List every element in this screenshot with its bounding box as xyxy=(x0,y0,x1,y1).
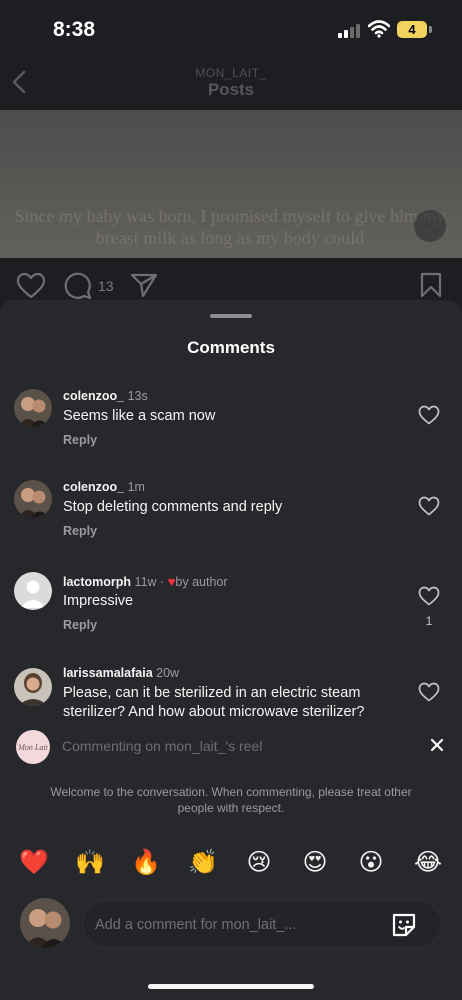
home-indicator[interactable] xyxy=(148,984,314,989)
avatar[interactable] xyxy=(14,389,52,427)
comment-composer xyxy=(82,900,442,948)
heart-icon[interactable] xyxy=(418,496,440,516)
brand-avatar: Mon Lait xyxy=(16,730,50,764)
header-username: MON_LAIT_ xyxy=(195,66,267,80)
comment-text: Seems like a scam now xyxy=(63,408,216,424)
avatar[interactable] xyxy=(14,480,52,518)
like-post-button[interactable] xyxy=(16,272,46,299)
wifi-icon xyxy=(368,20,390,38)
comment-username-text: colenzoo_ xyxy=(63,389,125,403)
share-icon xyxy=(130,273,158,298)
save-post-button[interactable] xyxy=(420,272,442,298)
header: MON_LAIT_ Posts xyxy=(0,60,462,110)
default-avatar-icon xyxy=(14,572,52,610)
sticker-icon[interactable] xyxy=(390,911,418,939)
avatar[interactable] xyxy=(14,668,52,706)
page-title: Posts xyxy=(207,80,255,99)
emoji-fire[interactable]: 🔥 xyxy=(131,848,161,878)
comment-username[interactable]: larissamalafaia 20w xyxy=(63,666,179,680)
comment-time: 20w xyxy=(156,666,180,680)
comment-time: 1m xyxy=(127,480,145,494)
video-caption: Since my baby was born, I promised mysel… xyxy=(14,206,446,248)
emoji-raised-hands[interactable]: 🙌 xyxy=(75,848,105,878)
bookmark-icon xyxy=(420,272,442,298)
comment-text: Please, can it be sterilized in an elect… xyxy=(63,685,365,720)
comment-username-text: colenzoo_ xyxy=(63,480,125,494)
comment-time: 11w xyxy=(134,575,157,589)
reply-button[interactable]: Reply xyxy=(63,524,97,538)
comment-username-text: lactomorph xyxy=(63,575,132,589)
commenting-on-label: Commenting on mon_lait_'s reel xyxy=(62,738,263,754)
my-avatar xyxy=(20,898,70,948)
reply-button[interactable]: Reply xyxy=(63,618,97,632)
liked-by-author-label: by author xyxy=(175,575,228,589)
avatar-photo xyxy=(20,898,70,948)
separator-dot: · xyxy=(160,575,165,589)
emoji-heart-eyes[interactable]: 😍 xyxy=(300,848,330,878)
emoji-heart[interactable]: ❤️ xyxy=(19,848,49,878)
sheet-title: Comments xyxy=(187,338,275,357)
comment-text: Stop deleting comments and reply xyxy=(63,499,283,515)
battery-tip xyxy=(429,26,432,33)
mute-icon xyxy=(422,218,438,234)
emoji-crying[interactable]: 😢 xyxy=(244,848,274,878)
comment-post-button[interactable] xyxy=(64,272,92,300)
battery-indicator: 4 xyxy=(397,21,427,38)
avatar-photo xyxy=(14,668,52,706)
heart-icon xyxy=(16,272,46,299)
post-action-bar: 13 xyxy=(0,258,462,306)
status-time: 8:38 xyxy=(53,18,96,41)
heart-icon[interactable] xyxy=(418,405,440,425)
avatar-photo xyxy=(14,480,52,518)
mute-button[interactable] xyxy=(414,210,446,242)
comment-username-text: larissamalafaia xyxy=(63,666,153,680)
comment-icon xyxy=(64,272,92,300)
comment-username[interactable]: colenzoo_ 1m xyxy=(63,480,145,494)
heart-icon[interactable] xyxy=(418,586,440,606)
commenting-on-banner: Mon Lait Commenting on mon_lait_'s reel xyxy=(0,728,462,766)
share-post-button[interactable] xyxy=(130,272,158,298)
comments-sheet: Comments colenzoo_ 13s Seems like a scam… xyxy=(0,300,462,1000)
emoji-laughing[interactable]: 😂 xyxy=(413,848,443,878)
comment-username[interactable]: lactomorph 11w · ♥by author xyxy=(63,574,228,589)
status-bar: 8:38 4 xyxy=(0,0,462,60)
quick-emoji-bar: ❤️ 🙌 🔥 👏 😢 😍 😮 😂 xyxy=(0,848,462,880)
comment-time: 13s xyxy=(127,389,148,403)
default-avatar[interactable] xyxy=(14,572,52,610)
emoji-clapping[interactable]: 👏 xyxy=(188,848,218,878)
close-icon[interactable] xyxy=(428,736,446,754)
comment-input[interactable] xyxy=(95,913,375,937)
reel-video[interactable]: Since my baby was born, I promised mysel… xyxy=(0,110,462,258)
comment-count: 13 xyxy=(98,278,114,294)
avatar-photo xyxy=(14,389,52,427)
welcome-notice: Welcome to the conversation. When commen… xyxy=(50,785,412,815)
reply-button[interactable]: Reply xyxy=(63,433,97,447)
cellular-signal-icon xyxy=(338,22,362,38)
like-count: 1 xyxy=(425,614,433,628)
heart-icon[interactable] xyxy=(418,682,440,702)
comment-text: Impressive xyxy=(63,593,134,609)
sheet-grabber[interactable] xyxy=(210,314,252,318)
emoji-surprised[interactable]: 😮 xyxy=(356,848,386,878)
comment-username[interactable]: colenzoo_ 13s xyxy=(63,389,148,403)
